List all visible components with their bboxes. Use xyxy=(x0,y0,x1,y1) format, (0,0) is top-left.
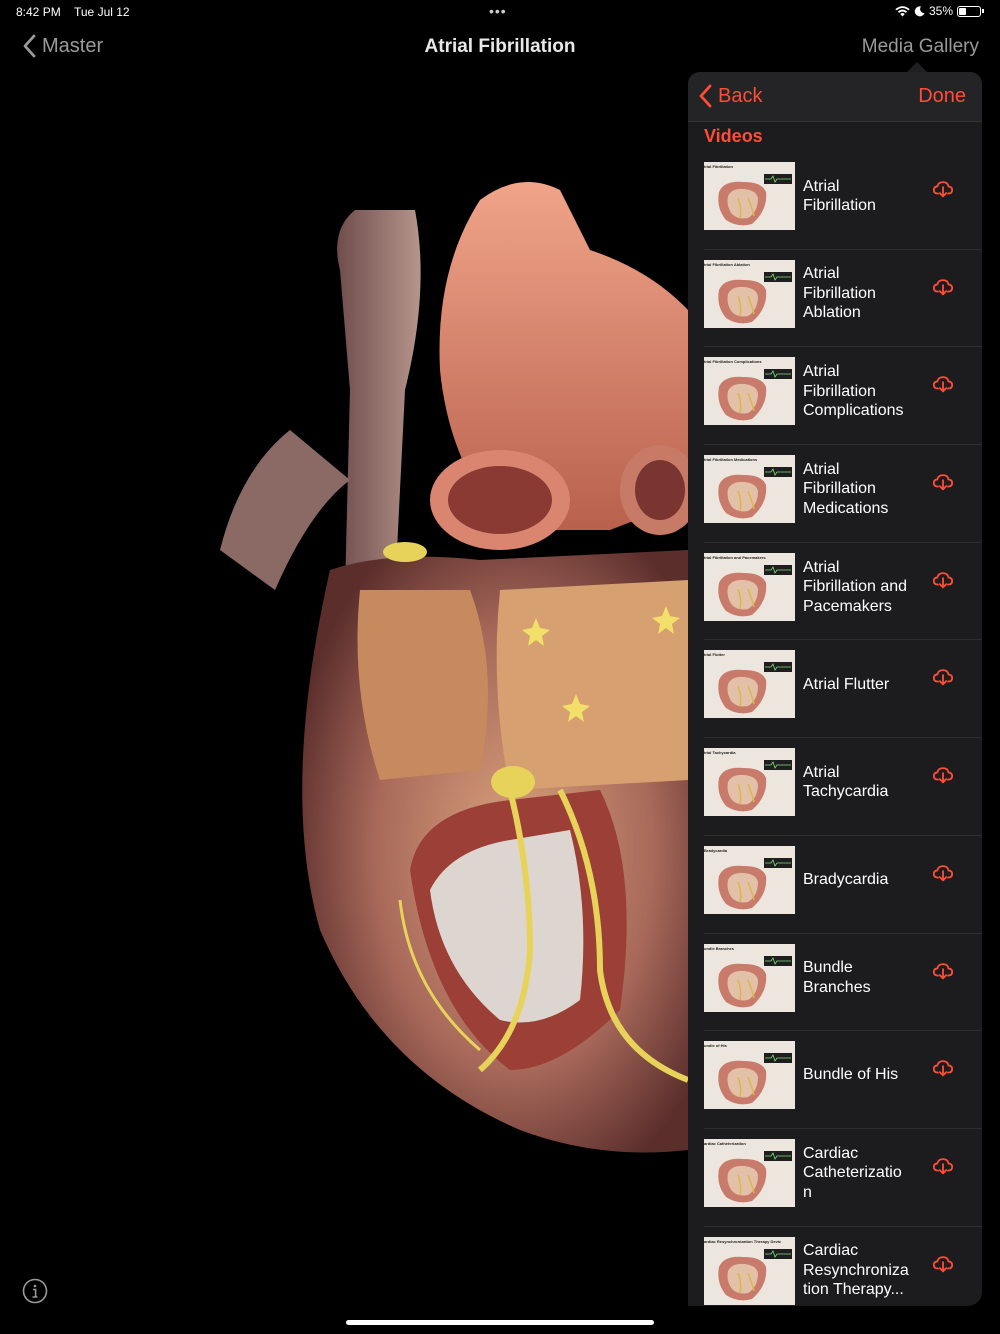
video-title: Atrial Fibrillation xyxy=(803,177,876,215)
video-list-item[interactable]: undle Branches Bundle Branches xyxy=(688,934,982,1032)
video-list: trial Fibrillation Atrial Fibrillation tri… xyxy=(688,152,982,1306)
heart-thumbnail-image xyxy=(704,845,795,914)
video-title: Cardiac Catheterizatio n xyxy=(803,1144,902,1201)
status-time: 8:42 PM xyxy=(16,5,61,19)
done-button[interactable]: Done xyxy=(918,85,966,108)
cloud-download-icon[interactable] xyxy=(932,178,954,200)
video-title: Bundle Branches xyxy=(803,959,871,996)
video-thumbnail[interactable]: undle of His xyxy=(704,1041,795,1110)
heart-thumbnail-image xyxy=(704,259,795,328)
video-title: Bundle of His xyxy=(803,1066,899,1084)
thumbnail-caption: undle of His xyxy=(704,1043,727,1049)
video-list-item[interactable]: trial Fibrillation and Pacemakers Atrial … xyxy=(688,543,982,641)
heart-thumbnail-image xyxy=(704,357,795,426)
battery-percent: 35% xyxy=(928,4,953,18)
video-list-item[interactable]: trial Fibrillation Medications Atrial Fib… xyxy=(688,445,982,543)
status-date: Tue Jul 12 xyxy=(74,5,130,19)
battery-icon xyxy=(957,5,981,17)
navigation-bar: Master Atrial Fibrillation Media Gallery xyxy=(0,24,1000,72)
cloud-download-icon[interactable] xyxy=(932,471,954,493)
page-title: Atrial Fibrillation xyxy=(424,36,576,57)
video-thumbnail[interactable]: trial Fibrillation Medications xyxy=(704,455,795,524)
cloud-download-icon[interactable] xyxy=(932,373,954,395)
section-title-videos: Videos xyxy=(704,126,763,146)
heart-thumbnail-image xyxy=(704,1041,795,1110)
heart-illustration xyxy=(220,182,700,1153)
video-list-item[interactable]: trial Tachycardia Atrial Tachycardia xyxy=(688,738,982,836)
video-thumbnail[interactable]: trial Fibrillation Complications xyxy=(704,357,795,426)
video-list-item[interactable]: trial Fibrillation Atrial Fibrillation xyxy=(688,152,982,250)
video-thumbnail[interactable]: trial Flutter xyxy=(704,650,795,719)
thumbnail-caption: trial Fibrillation Ablation xyxy=(704,261,750,267)
media-gallery-popover: Back Done Videos trial Fibrillation Atria… xyxy=(688,72,982,1306)
cloud-download-icon[interactable] xyxy=(932,276,954,298)
wifi-icon xyxy=(895,5,910,16)
video-list-item[interactable]: trial Flutter Atrial Flutter xyxy=(688,640,982,738)
status-indicators: 35% xyxy=(895,4,984,18)
video-thumbnail[interactable]: trial Fibrillation Ablation xyxy=(704,259,795,328)
thumbnail-caption: ardiac Resynchronization Therapy Devic xyxy=(704,1238,782,1244)
heart-thumbnail-image xyxy=(704,748,795,817)
cloud-download-icon[interactable] xyxy=(932,1057,954,1079)
cloud-download-icon[interactable] xyxy=(932,960,954,982)
thumbnail-caption: trial Fibrillation Complications xyxy=(704,359,762,365)
video-thumbnail[interactable]: trial Tachycardia xyxy=(704,748,795,817)
video-thumbnail[interactable]: ardiac Resynchronization Therapy Devic xyxy=(704,1236,795,1305)
heart-thumbnail-image xyxy=(704,650,795,719)
cloud-download-icon[interactable] xyxy=(932,1253,954,1275)
thumbnail-caption: trial Fibrillation Medications xyxy=(704,457,758,463)
video-thumbnail[interactable]: trial Fibrillation and Pacemakers xyxy=(704,552,795,621)
video-list-item[interactable]: ardiac Catheterization Cardiac Catheteriz… xyxy=(688,1129,982,1227)
video-thumbnail[interactable]: trial Fibrillation xyxy=(704,162,795,230)
cloud-download-icon[interactable] xyxy=(932,764,954,786)
video-title: Atrial Fibrillation Ablation xyxy=(803,265,876,322)
heart-thumbnail-image xyxy=(704,1236,795,1305)
home-indicator[interactable] xyxy=(346,1320,654,1325)
thumbnail-caption: trial Fibrillation and Pacemakers xyxy=(704,554,766,560)
video-title: Atrial Fibrillation and Pacemakers xyxy=(803,558,908,615)
popover-header: Back Done xyxy=(688,72,982,122)
cloud-download-icon[interactable] xyxy=(932,666,954,688)
video-list-item[interactable]: ardiac Resynchronization Therapy Devic Ca… xyxy=(688,1227,982,1306)
thumbnail-caption: ardiac Catheterization xyxy=(704,1140,746,1146)
heart-thumbnail-image xyxy=(704,943,795,1012)
heart-thumbnail-image xyxy=(704,552,795,621)
heart-thumbnail-image xyxy=(704,455,795,524)
thumbnail-caption: trial Fibrillation xyxy=(704,164,733,169)
popover-back-button[interactable]: Back xyxy=(698,84,762,108)
cloud-download-icon[interactable] xyxy=(932,1155,954,1177)
video-title: Bradycardia xyxy=(803,871,889,889)
thumbnail-caption: trial Flutter xyxy=(704,652,725,658)
moon-icon xyxy=(914,5,925,16)
thumbnail-caption: trial Tachycardia xyxy=(704,750,736,756)
video-title: Atrial Flutter xyxy=(803,675,890,693)
video-title: Atrial Fibrillation Complications xyxy=(803,363,904,420)
video-thumbnail[interactable]: undle Branches xyxy=(704,943,795,1012)
video-title: Cardiac Resynchroniza tion Therapy... xyxy=(803,1242,909,1299)
video-list-item[interactable]: trial Fibrillation Complications Atrial F… xyxy=(688,347,982,445)
thumbnail-caption: undle Branches xyxy=(704,945,735,951)
heart-thumbnail-image xyxy=(704,1138,795,1207)
video-thumbnail[interactable]: Bradycardia xyxy=(704,845,795,914)
video-title: Atrial Tachycardia xyxy=(803,763,889,801)
video-title: Atrial Fibrillation Medications xyxy=(803,460,889,517)
video-list-item[interactable]: Bradycardia Bradycardia xyxy=(688,836,982,934)
info-icon[interactable] xyxy=(22,1278,48,1304)
video-list-item[interactable]: undle of His Bundle of His xyxy=(688,1031,982,1129)
video-list-item[interactable]: trial Fibrillation Ablation Atrial Fibril… xyxy=(688,250,982,348)
chevron-left-icon xyxy=(699,84,712,108)
status-bar: 8:42 PM Tue Jul 12 ••• 35% xyxy=(0,0,1000,24)
thumbnail-caption: Bradycardia xyxy=(704,847,728,853)
media-gallery-button[interactable]: Media Gallery xyxy=(862,36,979,58)
popover-back-label: Back xyxy=(718,84,763,107)
cloud-download-icon[interactable] xyxy=(932,569,954,591)
cloud-download-icon[interactable] xyxy=(932,862,954,884)
multitasking-dots[interactable]: ••• xyxy=(489,3,507,19)
video-thumbnail[interactable]: ardiac Catheterization xyxy=(704,1138,795,1207)
heart-thumbnail-image xyxy=(704,162,795,230)
